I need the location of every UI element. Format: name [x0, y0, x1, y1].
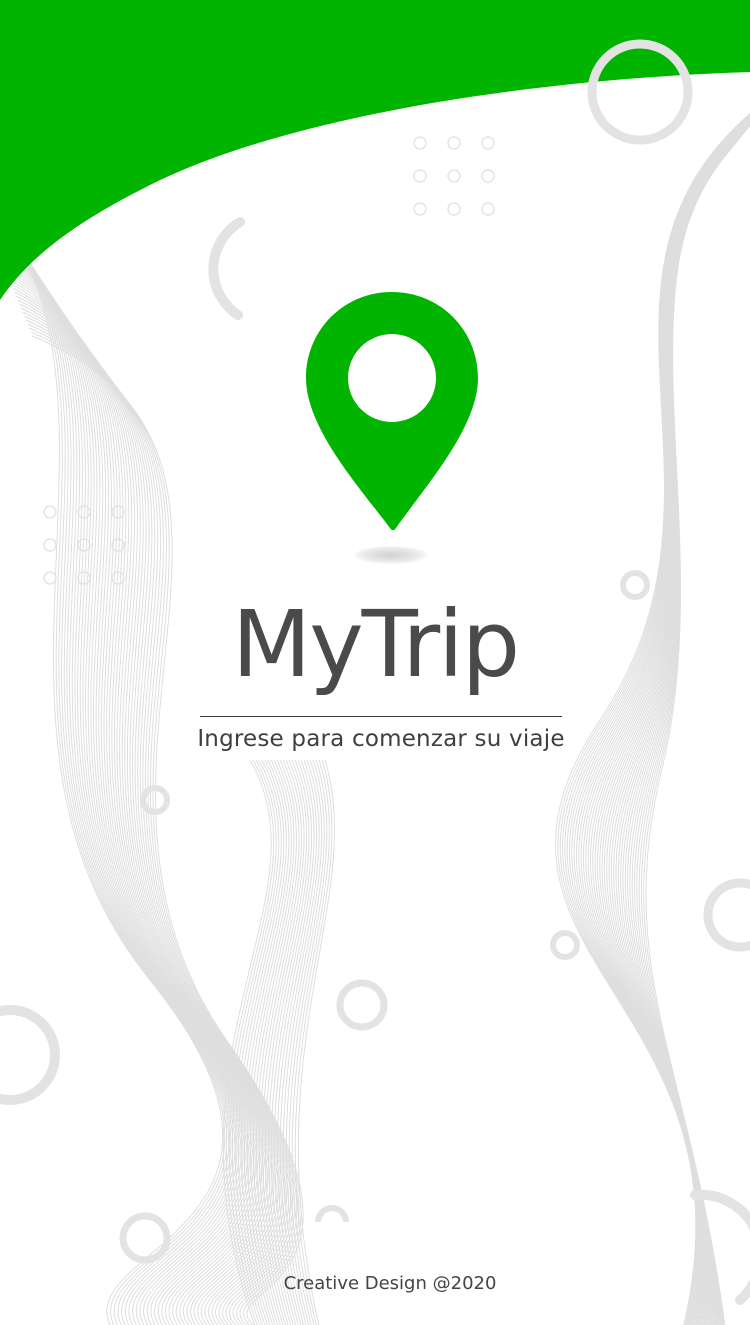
splash-screen: MyTrip Ingrese para comenzar su viaje Cr… — [0, 0, 750, 1325]
map-pin-icon — [306, 292, 478, 531]
app-subtitle: Ingrese para comenzar su viaje — [197, 726, 565, 752]
pin-shadow — [354, 546, 428, 564]
app-title: MyTrip — [231, 591, 520, 698]
footer-credit: Creative Design @2020 — [283, 1273, 497, 1294]
title-divider — [200, 716, 562, 717]
